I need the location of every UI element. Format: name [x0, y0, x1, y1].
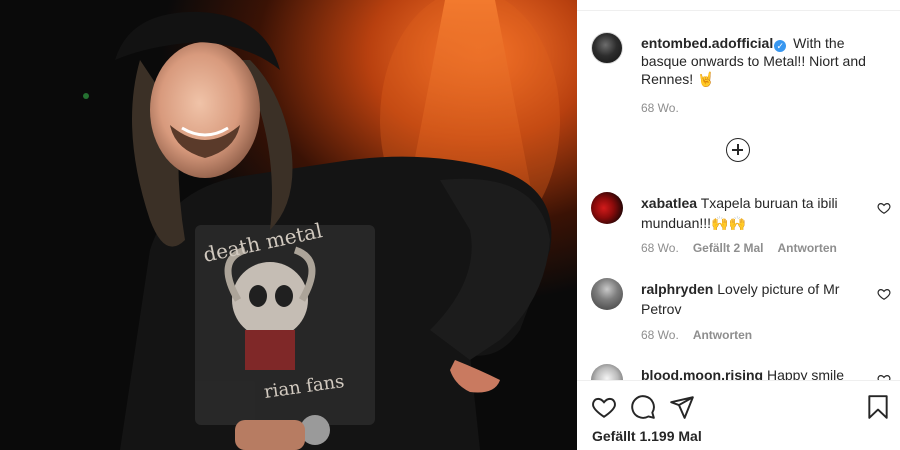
plus-circle-icon[interactable]: [726, 138, 750, 162]
comment-age[interactable]: 68 Wo.: [641, 328, 679, 342]
paper-plane-icon[interactable]: [669, 394, 695, 420]
header-divider: [577, 10, 900, 11]
comment-body: ralphryden Lovely picture of Mr Petrov: [641, 279, 851, 319]
bookmark-icon[interactable]: [865, 394, 891, 420]
comment-meta: 68 Wo. Gefällt 2 Mal Antworten: [641, 241, 851, 255]
caption-age[interactable]: 68 Wo.: [641, 101, 679, 115]
heart-icon[interactable]: [591, 394, 617, 420]
commenter-username[interactable]: ralphryden: [641, 281, 713, 297]
author-username[interactable]: entombed.adofficial: [641, 35, 773, 51]
author-avatar[interactable]: [591, 32, 623, 64]
post-side-panel: entombed.adofficial ✓ With the basque onw…: [577, 0, 900, 450]
comment-bubble-icon[interactable]: [630, 394, 656, 420]
comment-meta: 68 Wo. Antworten: [641, 328, 766, 342]
reply-button[interactable]: Antworten: [693, 328, 752, 342]
likes-count[interactable]: Gefällt 1.199 Mal: [592, 428, 702, 444]
reply-button[interactable]: Antworten: [778, 241, 837, 255]
concert-photo-illustration: death metal rian fans: [0, 0, 577, 450]
commenter-avatar[interactable]: [591, 192, 623, 224]
post-photo[interactable]: death metal rian fans: [0, 0, 577, 450]
comment-like-heart-icon[interactable]: [877, 201, 891, 215]
comment-like-heart-icon[interactable]: [877, 287, 891, 301]
caption-body: entombed.adofficial ✓ With the basque onw…: [641, 34, 889, 88]
comment-likes[interactable]: Gefällt 2 Mal: [693, 241, 764, 255]
commenter-avatar[interactable]: [591, 278, 623, 310]
comment-body: xabatlea Txapela buruan ta ibili munduan…: [641, 193, 851, 233]
post-action-bar: Gefällt 1.199 Mal: [577, 380, 900, 450]
verified-badge-icon: ✓: [774, 40, 787, 52]
comment-age[interactable]: 68 Wo.: [641, 241, 679, 255]
commenter-username[interactable]: xabatlea: [641, 195, 697, 211]
